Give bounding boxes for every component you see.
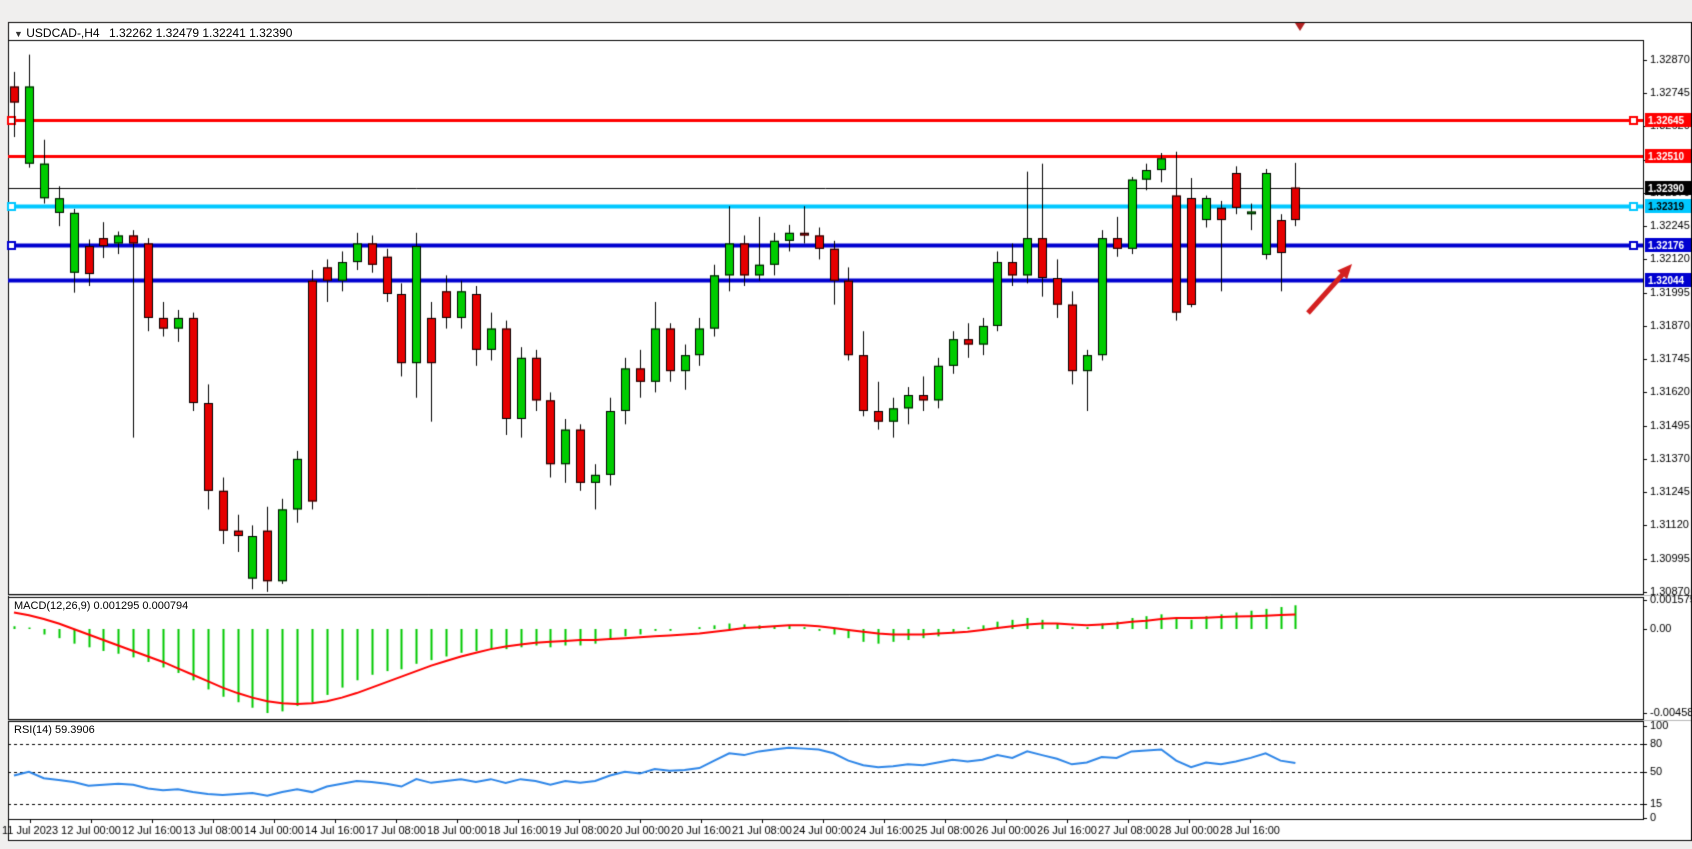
macd-indicator-label: MACD(12,26,9) 0.001295 0.000794 (14, 600, 188, 612)
symbol-period-label: USDCAD-,H4 (26, 26, 99, 40)
chart-title: ▼ USDCAD-,H4 1.32262 1.32479 1.32241 1.3… (14, 26, 292, 40)
rsi-indicator-label: RSI(14) 59.3906 (14, 724, 95, 736)
application-window: 新订单自动交易▾▾▾+|—/⫽FAT✦▾M1M5M15M30H1H4D1W1MN… (0, 0, 1692, 849)
quote-ohlc-label: 1.32262 1.32479 1.32241 1.32390 (109, 26, 293, 40)
collapse-icon[interactable]: ▼ (14, 29, 23, 39)
chart-canvas[interactable] (0, 0, 1692, 849)
